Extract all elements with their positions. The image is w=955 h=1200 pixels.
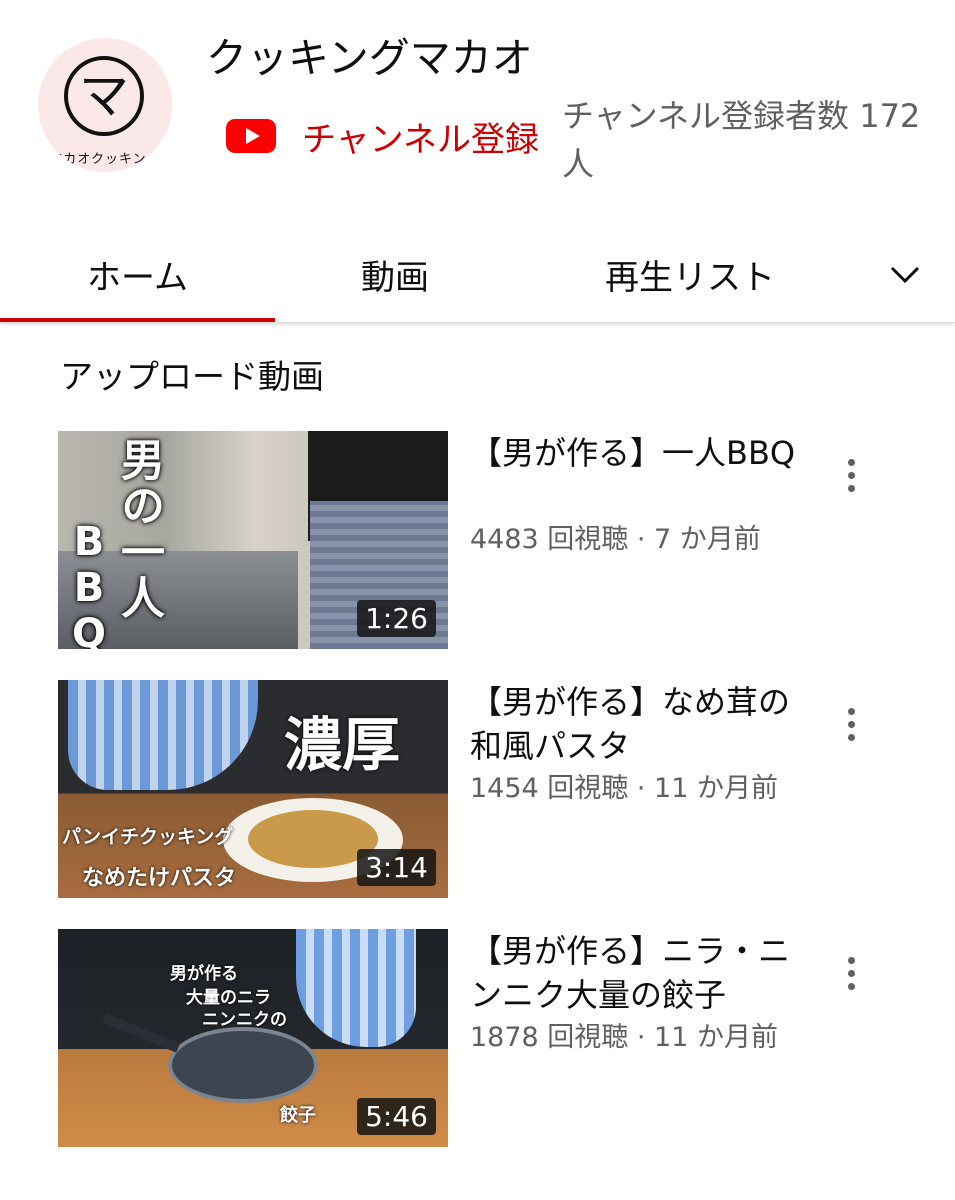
section-title: アップロード動画 [60,357,324,396]
thumbnail-caption: なめたけパスタ [82,866,237,891]
thumbnail-caption: 餃子 [280,1105,316,1126]
subscribe-label: チャンネル登録 [302,119,539,160]
thumbnail-caption: 男の一人 [113,437,164,621]
subscriber-count: チャンネル登録者数 172人 [562,97,921,183]
thumbnail-caption: 濃厚 [284,711,401,779]
more-vert-icon[interactable] [838,957,864,997]
video-item[interactable]: 濃厚 パンイチクッキング なめたけパスタ 3:14 【男が作る】なめ茸の和風パス… [58,680,938,898]
video-title[interactable]: 【男が作る】ニラ・ニンニク大量の餃子 [470,929,810,1017]
channel-tabs: ホーム 動画 再生リスト [0,226,955,323]
video-duration: 3:14 [357,849,436,886]
video-item[interactable]: 男が作る 大量のニラ ニンニクの 餃子 5:46 【男が作る】ニラ・ニンニク大量… [58,929,938,1147]
subscribe-button[interactable]: チャンネル登録 [226,104,539,168]
video-meta: 4483 回視聴 · 7 か月前 [470,524,761,555]
tab-videos[interactable]: 動画 [275,226,515,322]
video-title[interactable]: 【男が作る】なめ茸の和風パスタ [470,680,810,768]
avatar-logo-text: マカオクッキング [49,152,161,167]
channel-name: クッキングマカオ [206,34,533,82]
more-vert-icon[interactable] [838,708,864,748]
chevron-down-icon[interactable] [880,250,930,300]
video-thumbnail[interactable]: 濃厚 パンイチクッキング なめたけパスタ 3:14 [58,680,448,898]
youtube-logo-icon [226,119,276,153]
video-item[interactable]: 男の一人 BBQ 1:26 【男が作る】一人BBQ 4483 回視聴 · 7 か… [58,431,938,649]
video-meta: 1454 回視聴 · 11 か月前 [470,773,778,804]
video-title[interactable]: 【男が作る】一人BBQ [470,431,810,475]
avatar-logo-mark: マ [64,56,144,136]
tab-home[interactable]: ホーム [0,226,275,322]
video-duration: 5:46 [357,1098,436,1135]
active-tab-indicator [0,318,275,322]
more-vert-icon[interactable] [838,459,864,499]
video-thumbnail[interactable]: 男の一人 BBQ 1:26 [58,431,448,649]
tab-playlists[interactable]: 再生リスト [560,226,820,322]
thumbnail-caption: ニンニクの [202,1010,287,1030]
thumbnail-caption: パンイチクッキング [62,826,234,848]
channel-avatar: マ マカオクッキング [38,38,172,172]
thumbnail-caption: 男が作る [170,964,238,984]
video-thumbnail[interactable]: 男が作る 大量のニラ ニンニクの 餃子 5:46 [58,929,448,1147]
video-meta: 1878 回視聴 · 11 か月前 [470,1022,778,1053]
video-duration: 1:26 [357,600,436,637]
thumbnail-caption: BBQ [66,519,112,649]
